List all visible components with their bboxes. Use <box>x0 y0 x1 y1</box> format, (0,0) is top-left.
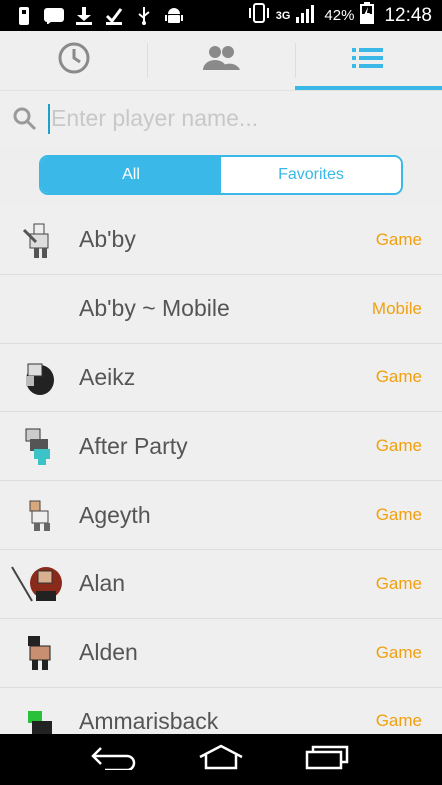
clock-icon <box>57 41 91 80</box>
player-name: Ab'by ~ Mobile <box>79 295 230 322</box>
avatar <box>0 412 79 480</box>
back-icon[interactable] <box>90 744 137 775</box>
text-cursor <box>48 103 50 134</box>
avatar-aeikz <box>25 363 54 395</box>
avatar <box>0 550 79 618</box>
list-icon <box>352 47 384 74</box>
player-name: Ab'by <box>79 226 136 253</box>
status-bar: 3G 42% 12:48 <box>0 0 442 31</box>
search-input[interactable] <box>51 105 431 132</box>
list-item[interactable]: Aeikz Game <box>0 343 442 413</box>
avatar <box>0 206 79 274</box>
avatar-alan <box>10 566 62 602</box>
checkmark-icon <box>104 7 124 25</box>
battery-percent: 42% <box>324 7 355 24</box>
player-type: Game <box>375 711 422 731</box>
player-type: Game <box>375 229 422 249</box>
filter-all-button[interactable]: All <box>41 157 221 193</box>
avatar-ageyth <box>29 500 50 532</box>
player-type: Game <box>375 573 422 593</box>
recent-apps-icon[interactable] <box>305 744 351 775</box>
avatar <box>0 481 79 549</box>
network-type-label: 3G <box>275 9 291 22</box>
tab-friends[interactable] <box>147 31 294 90</box>
player-type: Game <box>375 367 422 387</box>
player-type: Game <box>375 642 422 662</box>
chat-icon <box>44 7 64 25</box>
clock-time: 12:48 <box>384 4 432 26</box>
player-list: Ab'by Game Ab'by ~ Mobile Mobile Aeikz G… <box>0 206 442 757</box>
player-type: Game <box>375 505 422 525</box>
list-item[interactable]: Ageyth Game <box>0 481 442 550</box>
signal-icon <box>296 3 318 28</box>
vibrate-icon <box>248 3 270 28</box>
home-icon[interactable] <box>198 744 244 775</box>
tab-bar <box>0 31 442 90</box>
navigation-bar <box>0 734 442 785</box>
avatar-alden <box>27 635 50 670</box>
search-bar <box>0 90 442 146</box>
avatar <box>0 619 79 687</box>
list-item[interactable]: Alden Game <box>0 618 442 688</box>
download-icon <box>74 6 94 25</box>
android-icon <box>164 7 184 25</box>
player-name: Aeikz <box>79 363 136 390</box>
player-name: Alden <box>79 639 138 666</box>
people-icon <box>201 44 241 77</box>
tab-players[interactable] <box>294 31 442 90</box>
player-name: After Party <box>79 432 188 459</box>
avatar <box>0 275 79 343</box>
filter-segmented-control: All Favorites <box>39 155 403 195</box>
player-type: Game <box>375 436 422 456</box>
usb-icon <box>134 6 154 25</box>
list-item[interactable]: Ab'by Game <box>0 206 442 275</box>
search-icon <box>12 106 38 132</box>
player-name: Ageyth <box>79 501 151 528</box>
player-type: Mobile <box>371 298 422 318</box>
list-item[interactable]: Ab'by ~ Mobile Mobile <box>0 274 442 344</box>
player-name: Alan <box>79 570 126 597</box>
list-item[interactable]: After Party Game <box>0 412 442 482</box>
tab-recent[interactable] <box>0 31 147 90</box>
avatar <box>0 344 79 412</box>
avatar-abby <box>22 223 48 258</box>
battery-charging-icon <box>360 2 375 29</box>
avatar-after-party <box>25 428 50 466</box>
usb-drive-icon <box>14 6 34 25</box>
filter-favorites-button[interactable]: Favorites <box>221 157 401 193</box>
player-name: Ammarisback <box>79 707 219 734</box>
list-item[interactable]: Alan Game <box>0 549 442 619</box>
